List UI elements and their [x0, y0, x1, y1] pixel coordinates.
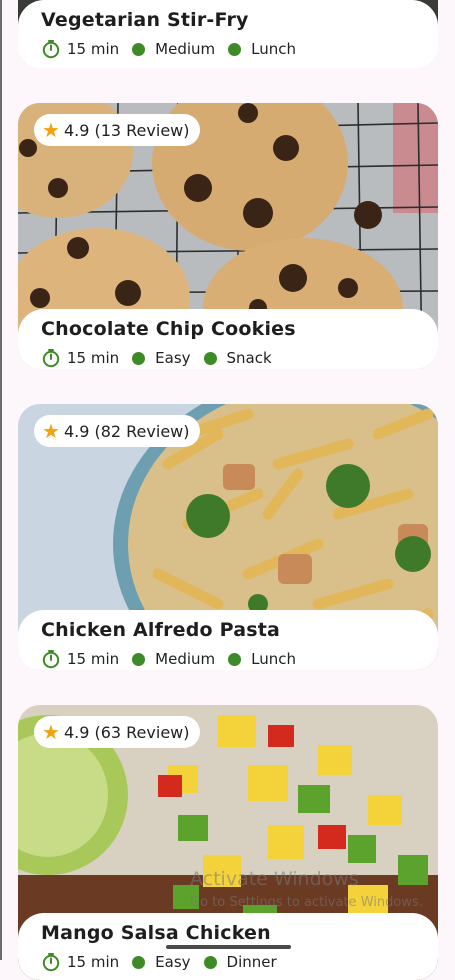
recipe-info-panel: Chicken Alfredo Pasta 15 min Medium Lunc… [18, 610, 438, 670]
rating-badge: ★ 4.9 (13 Review) [34, 114, 201, 146]
difficulty-dot-icon [132, 42, 146, 56]
recipe-title: Chicken Alfredo Pasta [41, 619, 281, 641]
star-icon: ★ [42, 720, 60, 744]
category-dot-icon [203, 351, 217, 365]
activate-windows-watermark: Activate Windows Go to Settings to activ… [190, 868, 423, 910]
recipe-time: 15 min [67, 349, 120, 367]
recipe-meta: 15 min Medium Lunch [41, 649, 296, 669]
watermark-title: Activate Windows [190, 868, 359, 890]
rating-text: 4.9 (63 Review) [63, 722, 190, 742]
rating-text: 4.9 (13 Review) [63, 120, 190, 140]
recipe-time: 15 min [67, 650, 120, 668]
recipe-category: Lunch [251, 650, 297, 668]
recipe-difficulty: Easy [155, 349, 191, 367]
recipe-meta: 15 min Easy Dinner [41, 952, 277, 972]
recipe-category: Lunch [251, 40, 297, 58]
difficulty-dot-icon [132, 955, 146, 969]
recipe-info-panel: Vegetarian Stir-Fry 15 min Medium Lunch [18, 0, 438, 68]
recipe-card-chocolate-chip-cookies[interactable]: ★ 4.9 (13 Review) Chocolate Chip Cookies… [18, 103, 438, 369]
recipe-meta: 15 min Easy Snack [41, 348, 272, 368]
recipe-difficulty: Easy [155, 953, 191, 971]
recipe-category: Dinner [226, 953, 277, 971]
rating-text: 4.9 (82 Review) [63, 421, 190, 441]
difficulty-dot-icon [132, 652, 146, 666]
recipe-category: Snack [226, 349, 272, 367]
recipe-time: 15 min [67, 40, 120, 58]
timer-icon [42, 953, 60, 972]
category-dot-icon [228, 652, 242, 666]
rating-badge: ★ 4.9 (82 Review) [34, 415, 201, 447]
timer-icon [42, 349, 60, 368]
screen-edge [0, 0, 2, 960]
recipe-meta: 15 min Medium Lunch [41, 39, 296, 59]
recipe-time: 15 min [67, 953, 120, 971]
recipe-card-vegetarian-stir-fry[interactable]: Vegetarian Stir-Fry 15 min Medium Lunch [18, 0, 438, 68]
difficulty-dot-icon [132, 351, 146, 365]
category-dot-icon [228, 42, 242, 56]
watermark-subtitle: Go to Settings to activate Windows. [190, 895, 423, 910]
recipe-difficulty: Medium [155, 650, 216, 668]
recipe-difficulty: Medium [155, 40, 216, 58]
recipe-title: Vegetarian Stir-Fry [41, 9, 249, 31]
recipe-title: Chocolate Chip Cookies [41, 318, 296, 340]
home-indicator[interactable] [166, 945, 291, 949]
recipe-title: Mango Salsa Chicken [41, 922, 271, 944]
star-icon: ★ [42, 118, 60, 142]
recipe-card-mango-salsa-chicken[interactable]: ★ 4.9 (63 Review) Mango Salsa Chicken 15… [18, 705, 438, 980]
recipe-info-panel: Chocolate Chip Cookies 15 min Easy Snack [18, 309, 438, 369]
rating-badge: ★ 4.9 (63 Review) [34, 716, 201, 748]
timer-icon [42, 650, 60, 669]
recipe-card-chicken-alfredo-pasta[interactable]: ★ 4.9 (82 Review) Chicken Alfredo Pasta … [18, 404, 438, 670]
timer-icon [42, 40, 60, 59]
category-dot-icon [203, 955, 217, 969]
star-icon: ★ [42, 419, 60, 443]
